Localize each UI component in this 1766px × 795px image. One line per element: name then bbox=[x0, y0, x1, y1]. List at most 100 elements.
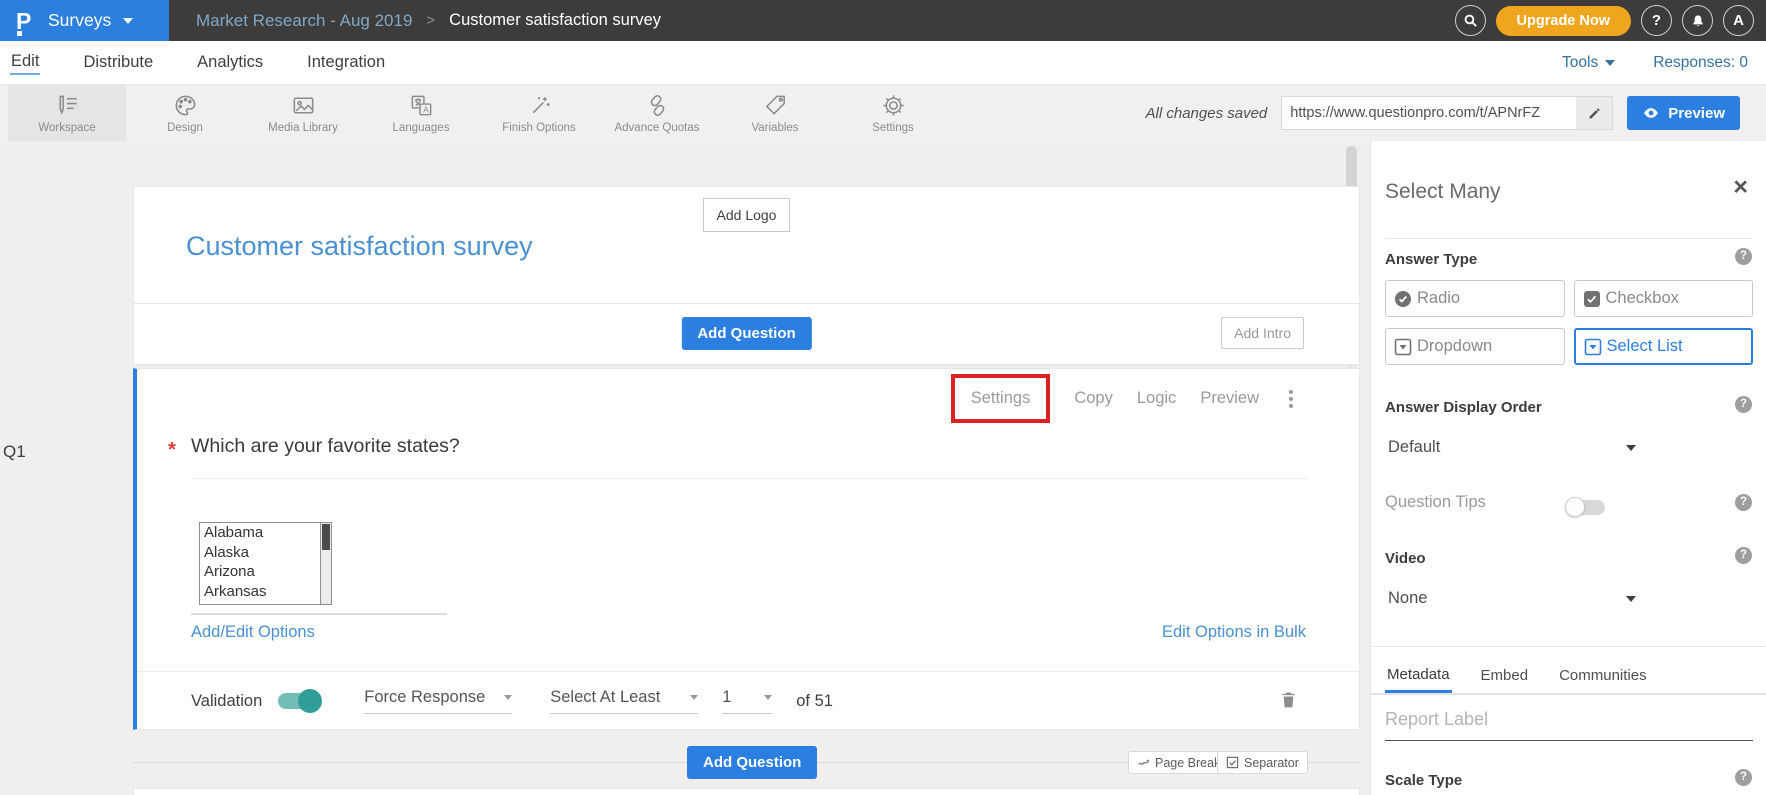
tools-dropdown[interactable]: Tools bbox=[1562, 54, 1615, 72]
survey-url-input[interactable] bbox=[1282, 105, 1576, 121]
edit-url-button[interactable] bbox=[1576, 97, 1612, 129]
toolbar-item-variables[interactable]: Variables bbox=[716, 85, 834, 141]
chevron-down-icon bbox=[690, 695, 698, 700]
list-option[interactable]: Alabama bbox=[200, 523, 331, 543]
answer-listbox[interactable]: Alabama Alaska Arizona Arkansas bbox=[199, 522, 332, 605]
question-copy-action[interactable]: Copy bbox=[1074, 389, 1113, 408]
question-settings-panel: Select Many × Answer Type ? Radio Checkb… bbox=[1370, 141, 1766, 795]
panel-title: Select Many bbox=[1385, 180, 1501, 204]
topbar-actions: Upgrade Now ? A bbox=[1455, 0, 1754, 41]
responses-count[interactable]: Responses: 0 bbox=[1653, 54, 1748, 72]
tools-label: Tools bbox=[1562, 54, 1598, 72]
required-asterisk: * bbox=[168, 439, 176, 462]
breadcrumb-separator: > bbox=[426, 12, 435, 29]
finish-options-icon bbox=[526, 92, 553, 119]
top-bar: P Surveys Market Research - Aug 2019 > C… bbox=[0, 0, 1766, 41]
toolbar-item-languages[interactable]: A Languages bbox=[362, 85, 480, 141]
help-icon[interactable]: ? bbox=[1735, 494, 1752, 511]
validation-total: of 51 bbox=[796, 692, 833, 711]
checkbox-icon bbox=[1583, 290, 1601, 308]
report-label-input[interactable] bbox=[1385, 709, 1753, 741]
add-logo-button[interactable]: Add Logo bbox=[703, 198, 791, 232]
question-logic-action[interactable]: Logic bbox=[1137, 389, 1176, 408]
languages-icon: A bbox=[408, 92, 435, 119]
video-dropdown[interactable]: None bbox=[1388, 589, 1636, 608]
help-icon[interactable]: ? bbox=[1735, 396, 1752, 413]
validation-toggle[interactable] bbox=[278, 690, 322, 712]
radio-icon bbox=[1394, 290, 1412, 308]
answer-type-checkbox[interactable]: Checkbox bbox=[1574, 280, 1754, 317]
toolbar-item-advance-quotas[interactable]: Advance Quotas bbox=[598, 85, 716, 141]
save-status: All changes saved bbox=[1146, 105, 1268, 122]
avatar-initial: A bbox=[1733, 12, 1744, 29]
nav-tab-distribute[interactable]: Distribute bbox=[82, 51, 154, 74]
notifications-button[interactable] bbox=[1682, 5, 1713, 36]
answer-type-radio[interactable]: Radio bbox=[1385, 280, 1565, 317]
nav-tab-integration[interactable]: Integration bbox=[306, 51, 386, 74]
tab-metadata[interactable]: Metadata bbox=[1385, 658, 1452, 693]
question-preview-action[interactable]: Preview bbox=[1200, 389, 1259, 408]
edit-options-in-bulk-link[interactable]: Edit Options in Bulk bbox=[1162, 623, 1306, 642]
answer-type-select-list[interactable]: Select List bbox=[1574, 328, 1754, 365]
question-number: Q1 bbox=[3, 442, 26, 462]
question-actions: Settings Copy Logic Preview bbox=[951, 374, 1299, 423]
product-switcher[interactable]: Surveys bbox=[48, 10, 111, 31]
help-button[interactable]: ? bbox=[1641, 5, 1672, 36]
question-tips-toggle[interactable] bbox=[1567, 497, 1607, 517]
nav-tab-analytics[interactable]: Analytics bbox=[196, 51, 264, 74]
divider bbox=[1385, 238, 1752, 239]
variables-icon bbox=[762, 92, 789, 119]
delete-question-icon[interactable] bbox=[1278, 687, 1299, 712]
list-option[interactable]: Arizona bbox=[200, 562, 331, 582]
separator-button[interactable]: Separator bbox=[1217, 751, 1308, 774]
validation-count-dropdown[interactable]: 1 bbox=[722, 688, 772, 714]
listbox-scrollbar-thumb[interactable] bbox=[322, 524, 330, 550]
answer-type-dropdown[interactable]: Dropdown bbox=[1385, 328, 1565, 365]
next-card-edge bbox=[133, 788, 1360, 795]
help-icon[interactable]: ? bbox=[1735, 547, 1752, 564]
toolbar-item-finish-options[interactable]: Finish Options bbox=[480, 85, 598, 141]
upgrade-now-button[interactable]: Upgrade Now bbox=[1496, 6, 1631, 36]
toolbar-item-media-library[interactable]: Media Library bbox=[244, 85, 362, 141]
help-icon[interactable]: ? bbox=[1735, 769, 1752, 786]
tab-embed[interactable]: Embed bbox=[1479, 658, 1531, 693]
close-icon[interactable]: × bbox=[1733, 175, 1748, 200]
select-list-icon bbox=[1584, 338, 1602, 356]
breadcrumb-parent[interactable]: Market Research - Aug 2019 bbox=[196, 11, 412, 31]
workspace-icon bbox=[54, 92, 81, 119]
question-text[interactable]: Which are your favorite states? bbox=[191, 435, 460, 458]
tab-communities[interactable]: Communities bbox=[1557, 658, 1649, 693]
settings-icon bbox=[880, 92, 907, 119]
list-option[interactable]: Alaska bbox=[200, 543, 331, 563]
validation-condition-dropdown[interactable]: Select At Least bbox=[550, 688, 698, 714]
toolbar-item-settings[interactable]: Settings bbox=[834, 85, 952, 141]
questionpro-logo-icon: P bbox=[16, 7, 36, 35]
validation-rule-dropdown[interactable]: Force Response bbox=[364, 688, 512, 714]
advance-quotas-icon bbox=[644, 92, 671, 119]
page-break-button[interactable]: Page Break bbox=[1128, 751, 1229, 774]
add-question-button-bottom[interactable]: Add Question bbox=[687, 746, 817, 779]
more-options-icon[interactable] bbox=[1283, 386, 1299, 412]
question-settings-action-highlighted[interactable]: Settings bbox=[951, 374, 1051, 423]
listbox-scrollbar[interactable] bbox=[320, 523, 331, 604]
add-edit-options-link[interactable]: Add/Edit Options bbox=[191, 623, 315, 642]
add-intro-button[interactable]: Add Intro bbox=[1221, 317, 1304, 349]
avatar[interactable]: A bbox=[1723, 5, 1754, 36]
add-question-button-top[interactable]: Add Question bbox=[681, 317, 811, 350]
help-icon[interactable]: ? bbox=[1735, 248, 1752, 265]
divider bbox=[191, 613, 447, 615]
chevron-down-icon bbox=[1626, 445, 1636, 451]
scale-type-label: Scale Type bbox=[1385, 772, 1462, 789]
brand-block[interactable]: P Surveys bbox=[0, 0, 169, 41]
list-option[interactable]: Arkansas bbox=[200, 582, 331, 602]
preview-button[interactable]: Preview bbox=[1627, 96, 1740, 130]
toolbar-item-design[interactable]: Design bbox=[126, 85, 244, 141]
survey-title[interactable]: Customer satisfaction survey bbox=[186, 231, 533, 262]
edit-toolbar: Workspace Design Media Library A Languag… bbox=[0, 84, 1766, 141]
nav-tab-edit[interactable]: Edit bbox=[10, 50, 40, 75]
survey-url-box bbox=[1281, 96, 1613, 130]
answer-display-order-dropdown[interactable]: Default bbox=[1388, 438, 1636, 457]
search-button[interactable] bbox=[1455, 5, 1486, 36]
divider bbox=[137, 671, 1359, 672]
toolbar-item-workspace[interactable]: Workspace bbox=[8, 85, 126, 141]
